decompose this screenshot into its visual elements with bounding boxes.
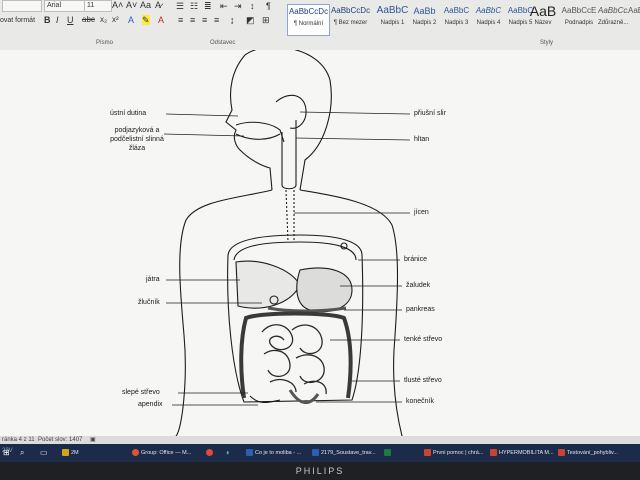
bullets-icon[interactable]: ☰ — [176, 1, 184, 11]
label-salivary-gland: podjazyková a podčelistní slinná žláza — [110, 127, 164, 152]
label-small-intestine: tenké střevo — [404, 336, 443, 343]
word-icon — [246, 449, 253, 457]
word-window: Arial 11 A˄ A˅ Aa A̷ ☰ ☷ ≣ ⇤ ⇥ ↕ ¶ ovat … — [0, 0, 640, 462]
label-rectum: konečník — [406, 398, 435, 405]
strikethrough-icon[interactable]: abc — [82, 15, 95, 25]
font-name-select[interactable]: Arial — [44, 0, 86, 12]
borders-icon[interactable]: ⊞ — [262, 15, 270, 25]
status-bar: ránka 4 z 11 Počet slov: 1407 ▣ — [0, 436, 640, 444]
taskbar-item-excel[interactable] — [384, 447, 398, 459]
proofing-icon[interactable]: ▣ — [90, 436, 96, 444]
style-subtitle[interactable]: AaBbCcE Podnadpis — [560, 4, 598, 34]
label-esophagus: jícen — [414, 209, 429, 216]
shading-icon[interactable]: ◩ — [246, 15, 255, 25]
taskbar-item-pdf-2[interactable]: HYPERMOBILITA M... — [490, 447, 554, 459]
monitor-brand-logo: PHILIPS — [295, 466, 345, 476]
subscript-icon[interactable]: x₂ — [100, 15, 107, 25]
style-emphasis[interactable]: AaBbCcDc Zdůrazně... — [598, 4, 628, 34]
change-case-icon[interactable]: Aa — [140, 0, 151, 10]
pdf-icon — [490, 449, 497, 457]
group-label-paragraph: Odstavec — [210, 40, 236, 46]
ribbon: Arial 11 A˄ A˅ Aa A̷ ☰ ☷ ≣ ⇤ ⇥ ↕ ¶ ovat … — [0, 0, 640, 51]
status-page[interactable]: ránka 4 z 11 — [2, 436, 35, 444]
leader-oral-cavity — [165, 113, 239, 117]
label-oral-cavity: ústní dutina — [110, 110, 147, 117]
style-no-spacing[interactable]: AaBbCcDc ¶ Bez mezer — [330, 4, 371, 34]
align-right-icon[interactable]: ≡ — [202, 15, 207, 25]
search-icon[interactable]: ⌕ — [20, 447, 30, 459]
leader-salivary-gland — [163, 133, 245, 137]
group-label-font: Písmo — [96, 40, 114, 46]
decrease-indent-icon[interactable]: ⇤ — [220, 1, 228, 11]
chrome-icon — [206, 449, 213, 457]
superscript-icon[interactable]: x² — [112, 15, 119, 25]
label-large-intestine: tlusté střevo — [404, 377, 442, 384]
large-intestine-frame — [239, 311, 353, 399]
taskbar-item-firefox[interactable]: Group: Office — M... — [132, 447, 202, 459]
leader-pharynx — [295, 137, 411, 141]
taskbar-item-word-1[interactable]: Co je to moliba - ... — [246, 447, 306, 459]
leader-parotid — [299, 111, 411, 115]
taskbar: ⊞ ⌕ ▭ 2M Group: Office — M... ◐ Co je to… — [0, 444, 640, 462]
justify-icon[interactable]: ≡ — [214, 15, 219, 25]
multilevel-list-icon[interactable]: ≣ — [204, 1, 212, 11]
label-appendix: apendix — [138, 401, 163, 408]
taskbar-item-word-2[interactable]: 2179_Soustave_trav... — [312, 447, 376, 459]
taskbar-item-files[interactable]: 2M — [62, 447, 112, 459]
excel-icon — [384, 449, 391, 457]
shrink-font-icon[interactable]: A˅ — [126, 0, 137, 10]
group-label-styles: Styly — [540, 40, 554, 46]
bold-icon[interactable]: B — [44, 15, 51, 25]
align-left-icon[interactable]: ≡ — [178, 15, 183, 25]
style-normal[interactable]: AaBbCcDc ¶ Normální — [287, 4, 330, 36]
font-size-select[interactable]: 11 — [84, 0, 112, 12]
increase-indent-icon[interactable]: ⇥ — [234, 1, 242, 11]
numbering-icon[interactable]: ☷ — [190, 1, 198, 11]
clear-format-icon[interactable]: A̷ — [155, 0, 161, 10]
font-color-icon[interactable]: A — [158, 15, 164, 25]
pilcrow-icon[interactable]: ¶ — [266, 1, 271, 11]
text-effects-icon[interactable]: A — [128, 15, 134, 25]
body-left-outline — [175, 189, 273, 436]
edge-icon[interactable]: ◐ — [226, 447, 238, 459]
cut-button[interactable] — [2, 0, 42, 12]
grow-font-icon[interactable]: A˄ — [112, 0, 123, 10]
pdf-icon — [424, 449, 431, 457]
small-intestine-coils — [261, 324, 327, 395]
stomach-shape — [296, 267, 353, 313]
word-icon — [312, 449, 319, 457]
firefox-icon — [132, 449, 139, 457]
head-outline — [244, 50, 332, 191]
label-liver: játra — [146, 276, 160, 283]
pdf-icon — [558, 449, 565, 457]
liver-shape — [235, 260, 301, 309]
label-stomach: žaludek — [406, 282, 431, 289]
taskbar-item-pdf-1[interactable]: Prvni pomoc | chrá... — [424, 447, 486, 459]
taskbar-item-pdf-3[interactable]: Testování_pohybliv... — [558, 447, 624, 459]
label-diaphragm: bránice — [404, 256, 427, 263]
label-gallbladder: žlučník — [138, 299, 160, 306]
sort-icon[interactable]: ↕ — [250, 1, 255, 11]
digestive-system-diagram — [163, 50, 411, 436]
highlight-icon[interactable]: ✎ — [142, 15, 150, 25]
label-pharynx: hltan — [414, 136, 430, 143]
style-title[interactable]: AaB Název — [528, 4, 558, 34]
style-more[interactable]: AaB — [628, 4, 640, 34]
italic-icon[interactable]: I — [56, 15, 59, 25]
document-page[interactable]: ústní dutina podjazyková a podčelistní s… — [0, 50, 640, 436]
line-spacing-icon[interactable]: ↨ — [230, 15, 235, 25]
format-painter-button[interactable]: ovat formát — [0, 17, 35, 24]
taskbar-item-chrome[interactable] — [206, 447, 220, 459]
underline-icon[interactable]: U — [67, 15, 74, 25]
folder-icon — [62, 449, 69, 457]
label-pancreas: pankreas — [406, 306, 435, 313]
label-cecum: slepé střevo — [122, 389, 160, 396]
task-view-icon[interactable]: ▭ — [40, 447, 50, 459]
label-parotid-gland: přiušní slir — [414, 110, 446, 117]
align-center-icon[interactable]: ≡ — [190, 15, 195, 25]
monitor-corner-text: 23V — [2, 448, 13, 454]
status-word-count[interactable]: Počet slov: 1407 — [38, 436, 82, 444]
